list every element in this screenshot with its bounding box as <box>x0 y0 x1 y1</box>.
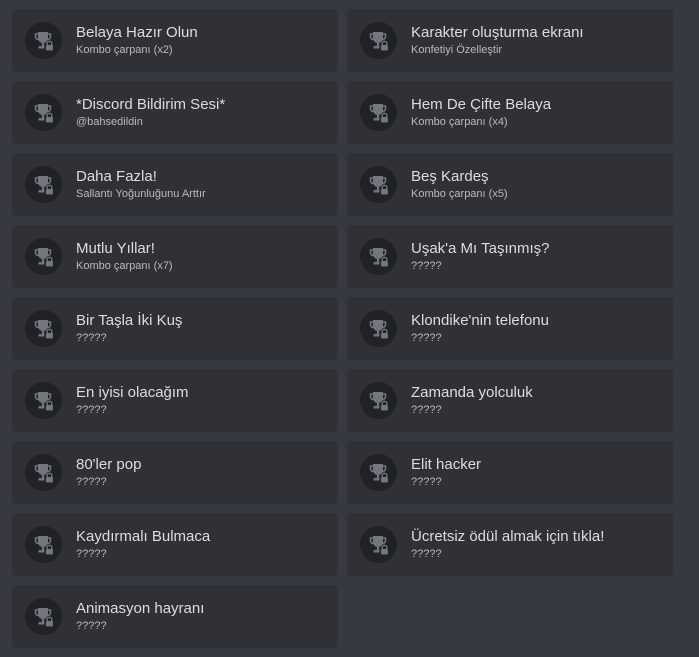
achievement-text: Klondike'nin telefonu ????? <box>411 312 549 345</box>
achievement-card[interactable]: Daha Fazla! Sallantı Yoğunluğunu Arttır <box>12 153 338 216</box>
achievement-title: Klondike'nin telefonu <box>411 312 549 329</box>
achievement-title: Belaya Hazır Olun <box>76 24 198 41</box>
achievement-text: Daha Fazla! Sallantı Yoğunluğunu Arttır <box>76 168 206 201</box>
achievement-text: 80'ler pop ????? <box>76 456 141 489</box>
achievement-text: Beş Kardeş Kombo çarpanı (x5) <box>411 168 508 201</box>
trophy-lock-icon <box>25 238 62 275</box>
achievement-title: Beş Kardeş <box>411 168 489 185</box>
achievement-text: Bir Taşla İki Kuş ????? <box>76 312 182 345</box>
achievement-subtitle: Kombo çarpanı (x4) <box>411 116 508 128</box>
achievement-subtitle: Konfetiyi Özelleştir <box>411 44 503 56</box>
achievement-subtitle: Kombo çarpanı (x7) <box>76 260 173 272</box>
trophy-lock-icon <box>360 310 397 347</box>
achievement-subtitle: ????? <box>411 332 442 344</box>
achievement-subtitle: ????? <box>76 332 107 344</box>
achievement-title: Bir Taşla İki Kuş <box>76 312 183 329</box>
achievement-text: *Discord Bildirim Sesi* @bahsedildin <box>76 96 225 129</box>
achievement-text: Belaya Hazır Olun Kombo çarpanı (x2) <box>76 24 198 57</box>
achievement-subtitle: ????? <box>76 404 107 416</box>
achievement-title: Karakter oluşturma ekranı <box>411 24 584 41</box>
trophy-lock-icon <box>25 94 62 131</box>
trophy-lock-icon <box>360 454 397 491</box>
achievement-subtitle: Kombo çarpanı (x5) <box>411 188 508 200</box>
achievement-card[interactable]: *Discord Bildirim Sesi* @bahsedildin <box>12 81 338 144</box>
achievement-card[interactable]: Karakter oluşturma ekranı Konfetiyi Özel… <box>347 9 673 72</box>
trophy-lock-icon <box>25 526 62 563</box>
trophy-lock-icon <box>25 382 62 419</box>
achievement-text: Elit hacker ????? <box>411 456 481 489</box>
trophy-lock-icon <box>360 94 397 131</box>
trophy-lock-icon <box>25 310 62 347</box>
trophy-lock-icon <box>25 454 62 491</box>
achievement-text: Kaydırmalı Bulmaca ????? <box>76 528 210 561</box>
achievement-card[interactable]: Beş Kardeş Kombo çarpanı (x5) <box>347 153 673 216</box>
achievement-text: Hem De Çifte Belaya Kombo çarpanı (x4) <box>411 96 551 129</box>
achievement-card[interactable]: Zamanda yolculuk ????? <box>347 369 673 432</box>
achievement-title: 80'ler pop <box>76 456 142 473</box>
trophy-lock-icon <box>25 22 62 59</box>
achievement-card[interactable]: Kaydırmalı Bulmaca ????? <box>12 513 338 576</box>
achievement-subtitle: Kombo çarpanı (x2) <box>76 44 173 56</box>
achievement-card[interactable]: Ücretsiz ödül almak için tıkla! ????? <box>347 513 673 576</box>
achievement-title: Mutlu Yıllar! <box>76 240 155 257</box>
achievement-subtitle: ????? <box>411 404 442 416</box>
achievement-title: Ücretsiz ödül almak için tıkla! <box>411 528 605 545</box>
achievement-card[interactable]: Bir Taşla İki Kuş ????? <box>12 297 338 360</box>
trophy-lock-icon <box>360 22 397 59</box>
achievement-text: Uşak'a Mı Taşınmış? ????? <box>411 240 549 273</box>
trophy-lock-icon <box>25 598 62 635</box>
achievement-card[interactable]: Elit hacker ????? <box>347 441 673 504</box>
achievement-title: Kaydırmalı Bulmaca <box>76 528 211 545</box>
achievement-card[interactable]: Animasyon hayranı ????? <box>12 585 338 648</box>
achievement-title: Elit hacker <box>411 456 482 473</box>
achievement-text: Ücretsiz ödül almak için tıkla! ????? <box>411 528 604 561</box>
achievement-title: Animasyon hayranı <box>76 600 205 617</box>
achievement-title: Hem De Çifte Belaya <box>411 96 552 113</box>
achievement-subtitle: ????? <box>76 548 107 560</box>
achievement-title: Uşak'a Mı Taşınmış? <box>411 240 550 257</box>
trophy-lock-icon <box>360 382 397 419</box>
achievement-subtitle: ????? <box>76 476 107 488</box>
trophy-lock-icon <box>360 166 397 203</box>
achievement-text: Zamanda yolculuk ????? <box>411 384 533 417</box>
achievement-title: *Discord Bildirim Sesi* <box>76 96 226 113</box>
achievement-text: Karakter oluşturma ekranı Konfetiyi Özel… <box>411 24 584 57</box>
achievement-subtitle: @bahsedildin <box>76 116 143 128</box>
achievement-card[interactable]: Klondike'nin telefonu ????? <box>347 297 673 360</box>
achievement-subtitle: ????? <box>411 476 442 488</box>
achievement-subtitle: ????? <box>76 620 107 632</box>
achievement-card[interactable]: En iyisi olacağım ????? <box>12 369 338 432</box>
achievement-subtitle: ????? <box>411 260 442 272</box>
achievement-subtitle: ????? <box>411 548 442 560</box>
achievement-card[interactable]: Belaya Hazır Olun Kombo çarpanı (x2) <box>12 9 338 72</box>
achievement-card[interactable]: 80'ler pop ????? <box>12 441 338 504</box>
achievement-card[interactable]: Mutlu Yıllar! Kombo çarpanı (x7) <box>12 225 338 288</box>
achievement-card[interactable]: Uşak'a Mı Taşınmış? ????? <box>347 225 673 288</box>
trophy-lock-icon <box>360 526 397 563</box>
achievement-text: En iyisi olacağım ????? <box>76 384 189 417</box>
achievement-card[interactable]: Hem De Çifte Belaya Kombo çarpanı (x4) <box>347 81 673 144</box>
achievement-text: Animasyon hayranı ????? <box>76 600 204 633</box>
achievement-subtitle: Sallantı Yoğunluğunu Arttır <box>76 188 206 200</box>
achievement-title: Zamanda yolculuk <box>411 384 533 401</box>
achievements-grid: Belaya Hazır Olun Kombo çarpanı (x2) Kar… <box>12 9 673 648</box>
achievement-title: En iyisi olacağım <box>76 384 189 401</box>
achievement-text: Mutlu Yıllar! Kombo çarpanı (x7) <box>76 240 173 273</box>
achievement-title: Daha Fazla! <box>76 168 157 185</box>
trophy-lock-icon <box>25 166 62 203</box>
trophy-lock-icon <box>360 238 397 275</box>
